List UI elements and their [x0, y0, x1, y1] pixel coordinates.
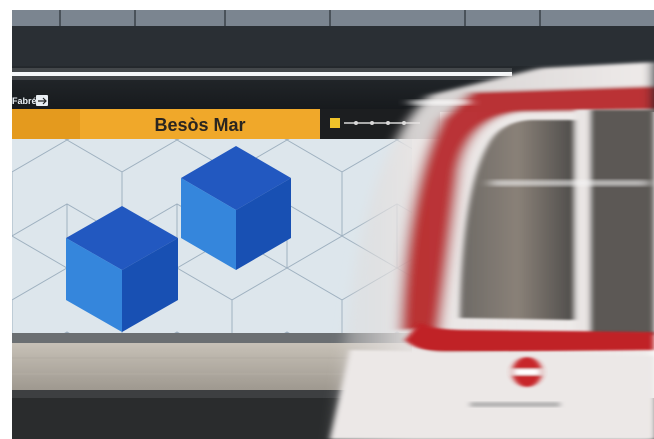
exit-sign-label: Fabré [12, 96, 37, 106]
scene: Fabré Besòs Mar [0, 0, 654, 439]
station-name: Besòs Mar [154, 115, 245, 135]
train-emblem [512, 357, 542, 387]
metro-photo: Fabré Besòs Mar [0, 0, 654, 439]
line-icon [330, 118, 340, 128]
